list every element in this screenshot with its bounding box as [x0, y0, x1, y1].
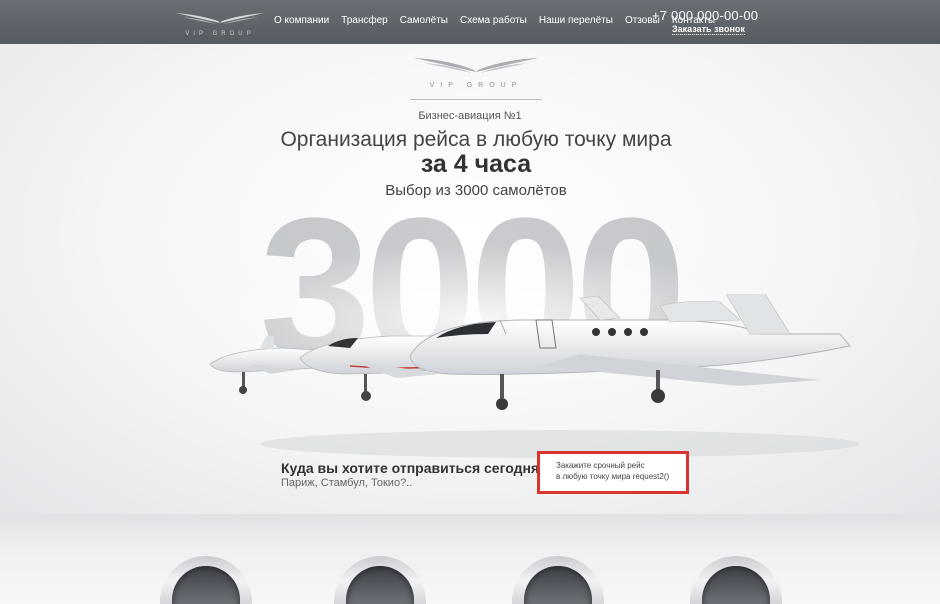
- top-navigation-bar: VIP GROUP О компании Трансфер Самолёты С…: [0, 0, 940, 44]
- hero-headline: Организация рейса в любую точку мира: [280, 128, 672, 151]
- hero-kicker: Бизнес-авиация №1: [418, 110, 522, 122]
- phone-number: +7 000 000-00-00: [652, 8, 759, 23]
- destination-question: Куда вы хотите отправиться сегодня?: [281, 460, 548, 476]
- hero-subline: Выбор из 3000 самолётов: [385, 182, 567, 199]
- cabin-window-4: [690, 556, 782, 604]
- nav-item-aircraft[interactable]: Самолёты: [400, 15, 448, 26]
- business-jets-illustration: [209, 294, 860, 458]
- hero-headline-bold: за 4 часа: [420, 150, 532, 178]
- cabin-window-3: [512, 556, 604, 604]
- urgent-flight-order-button[interactable]: Закажите срочный рейс в любую точку мира…: [537, 451, 689, 494]
- nav-item-flights[interactable]: Наши перелёты: [539, 15, 613, 26]
- window-pane: [524, 566, 592, 604]
- window-pane: [702, 566, 770, 604]
- hero-logo: VIP GROUP: [410, 52, 542, 102]
- wings-icon: [176, 13, 264, 24]
- window-pane: [346, 566, 414, 604]
- request-callback-link[interactable]: Заказать звонок: [672, 24, 745, 35]
- logo-divider: [410, 99, 542, 100]
- vip-group-logo[interactable]: VIP GROUP: [170, 7, 270, 39]
- nav-item-about[interactable]: О компании: [274, 15, 329, 26]
- jet-large: [409, 294, 851, 410]
- nav-item-workflow[interactable]: Схема работы: [460, 15, 527, 26]
- order-line-2: в любую точку мира request2(): [556, 472, 670, 481]
- cabin-windows-section: [0, 514, 940, 604]
- wings-icon: [414, 58, 538, 73]
- logo-text: VIP GROUP: [185, 31, 255, 37]
- jet-small: [209, 336, 323, 394]
- order-line-1: Закажите срочный рейс: [556, 461, 645, 470]
- nav-item-transfer[interactable]: Трансфер: [341, 15, 388, 26]
- hero-section: 3000 VIP GROUP Бизнес-авиация №1 Организ…: [0, 44, 940, 514]
- cabin-window-2: [334, 556, 426, 604]
- cabin-window-1: [160, 556, 252, 604]
- destination-examples: Париж, Стамбул, Токио?..: [281, 477, 413, 489]
- hero-logo-text: VIP GROUP: [429, 82, 523, 89]
- window-pane: [172, 566, 240, 604]
